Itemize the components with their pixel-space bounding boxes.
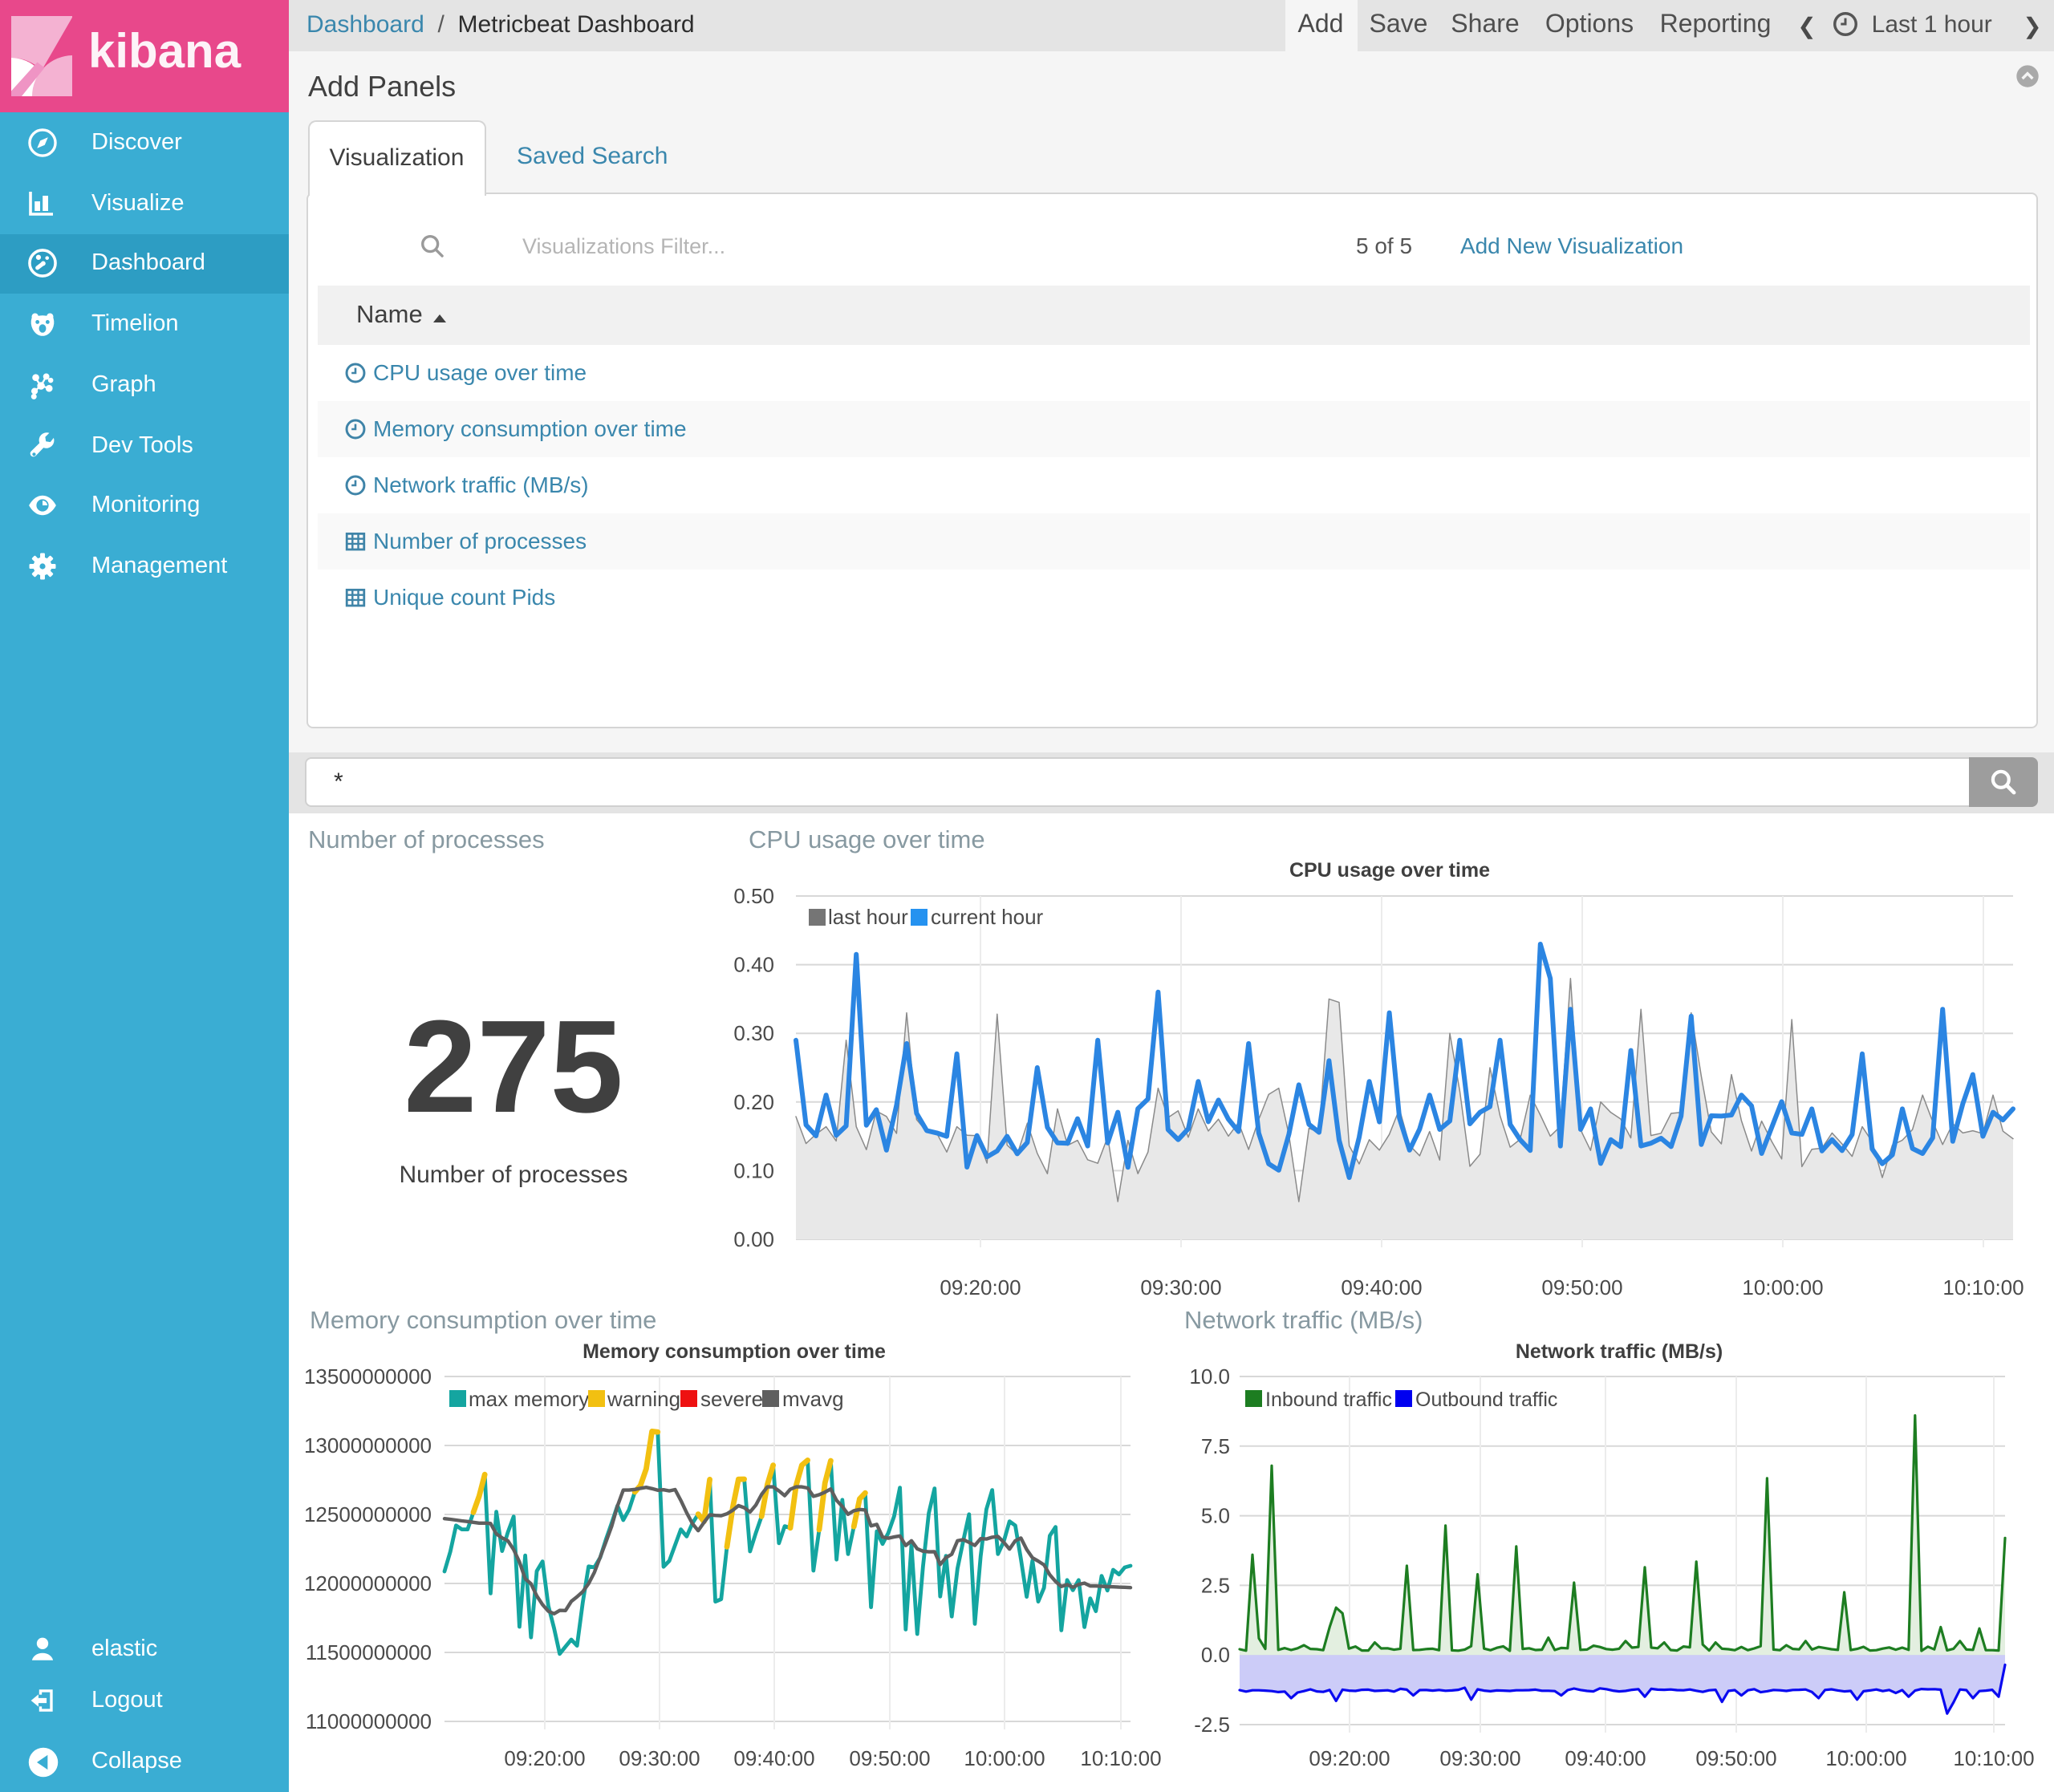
svg-text:Memory consumption over time: Memory consumption over time (583, 1340, 886, 1363)
svg-text:09:20:00: 09:20:00 (940, 1275, 1021, 1299)
svg-text:0.20: 0.20 (733, 1090, 774, 1114)
svg-text:12000000000: 12000000000 (304, 1571, 432, 1595)
svg-text:10:00:00: 10:00:00 (1742, 1275, 1823, 1299)
svg-text:5.0: 5.0 (1201, 1504, 1230, 1528)
svg-text:Number of processes: Number of processes (308, 825, 545, 853)
svg-text:Network traffic (MB/s): Network traffic (MB/s) (1516, 1340, 1723, 1363)
svg-text:current hour: current hour (931, 905, 1044, 929)
svg-text:13500000000: 13500000000 (304, 1364, 432, 1389)
svg-text:12500000000: 12500000000 (304, 1502, 432, 1526)
svg-text:13000000000: 13000000000 (304, 1433, 432, 1458)
svg-text:CPU usage over time: CPU usage over time (1289, 859, 1490, 882)
svg-text:0.50: 0.50 (733, 884, 774, 908)
svg-text:Network traffic (MB/s): Network traffic (MB/s) (1184, 1306, 1423, 1334)
svg-text:severe: severe (700, 1387, 763, 1411)
svg-text:-2.5: -2.5 (1194, 1713, 1230, 1737)
svg-text:09:40:00: 09:40:00 (1565, 1746, 1646, 1770)
svg-text:mvavg: mvavg (782, 1387, 844, 1411)
svg-text:09:40:00: 09:40:00 (733, 1746, 814, 1770)
svg-text:Inbound traffic: Inbound traffic (1265, 1389, 1392, 1411)
svg-text:11000000000: 11000000000 (306, 1709, 432, 1733)
svg-text:11500000000: 11500000000 (306, 1640, 432, 1664)
svg-text:warning: warning (607, 1387, 680, 1411)
svg-text:10:00:00: 10:00:00 (1825, 1746, 1906, 1770)
svg-text:0.40: 0.40 (733, 953, 774, 977)
svg-text:10:10:00: 10:10:00 (1942, 1275, 2024, 1299)
svg-text:7.5: 7.5 (1201, 1434, 1230, 1458)
svg-text:0.0: 0.0 (1201, 1643, 1230, 1667)
svg-text:0.10: 0.10 (733, 1158, 774, 1182)
svg-text:last hour: last hour (828, 905, 908, 929)
svg-text:CPU usage over time: CPU usage over time (749, 825, 985, 853)
svg-text:275: 275 (404, 993, 623, 1140)
svg-text:09:20:00: 09:20:00 (504, 1746, 585, 1770)
svg-text:09:20:00: 09:20:00 (1309, 1746, 1390, 1770)
svg-text:0.30: 0.30 (733, 1021, 774, 1045)
svg-text:09:30:00: 09:30:00 (1439, 1746, 1520, 1770)
svg-text:09:50:00: 09:50:00 (1695, 1746, 1776, 1770)
svg-text:09:40:00: 09:40:00 (1341, 1275, 1422, 1299)
svg-text:09:50:00: 09:50:00 (1541, 1275, 1622, 1299)
svg-text:09:30:00: 09:30:00 (1140, 1275, 1221, 1299)
svg-text:09:50:00: 09:50:00 (849, 1746, 930, 1770)
svg-text:max memory: max memory (469, 1387, 589, 1411)
svg-text:09:30:00: 09:30:00 (619, 1746, 700, 1770)
svg-text:2.5: 2.5 (1201, 1573, 1230, 1597)
svg-text:Memory consumption over time: Memory consumption over time (310, 1306, 656, 1334)
svg-text:10:10:00: 10:10:00 (1953, 1746, 2034, 1770)
svg-text:Outbound traffic: Outbound traffic (1415, 1389, 1557, 1411)
svg-text:0.00: 0.00 (733, 1227, 774, 1251)
svg-text:Number of processes: Number of processes (399, 1162, 627, 1188)
svg-text:10:00:00: 10:00:00 (964, 1746, 1045, 1770)
svg-text:10:10:00: 10:10:00 (1080, 1746, 1161, 1770)
svg-text:10.0: 10.0 (1189, 1364, 1230, 1389)
